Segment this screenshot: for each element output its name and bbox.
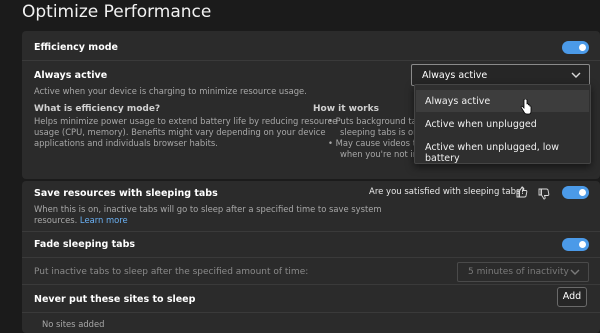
dropdown-option-unplugged-low-battery[interactable]: Active when unplugged, low battery — [416, 136, 589, 164]
option-label: Always active — [425, 96, 491, 107]
never-sleep-label: Never put these sites to sleep — [34, 294, 196, 305]
divider — [22, 257, 600, 258]
toggle-knob — [579, 44, 586, 51]
sleeping-tabs-toggle[interactable] — [562, 186, 589, 199]
hand-cursor-icon — [520, 98, 532, 119]
description-text: resources. — [34, 215, 78, 225]
divider — [22, 231, 600, 232]
what-is-line: applications and individuals browser hab… — [34, 138, 218, 148]
thumbs-down-icon[interactable] — [538, 185, 550, 204]
always-active-label: Always active — [34, 70, 108, 81]
inactive-timeout-label: Put inactive tabs to sleep after the spe… — [34, 267, 309, 277]
feedback-question: Are you satisfied with sleeping tabs? — [369, 187, 525, 197]
fade-sleeping-tabs-toggle[interactable] — [562, 238, 589, 251]
what-is-line: Helps minimize power usage to extend bat… — [34, 116, 338, 126]
toggle-knob — [579, 189, 586, 196]
inactive-timeout-select[interactable]: 5 minutes of inactivity — [457, 262, 589, 282]
efficiency-mode-toggle[interactable] — [562, 41, 589, 54]
learn-more-link[interactable]: Learn more — [80, 215, 128, 225]
option-label: Active when unplugged, low battery — [425, 142, 560, 164]
fade-sleeping-tabs-label: Fade sleeping tabs — [34, 239, 136, 250]
what-is-heading: What is efficiency mode? — [34, 104, 161, 114]
thumbs-up-icon[interactable] — [516, 183, 528, 202]
inactive-timeout-value: 5 minutes of inactivity — [468, 267, 569, 277]
option-label: Active when unplugged — [425, 119, 537, 130]
how-it-works-text: sleeping tabs is on — [340, 127, 419, 137]
chevron-down-icon — [570, 265, 580, 282]
how-it-works-heading: How it works — [313, 104, 379, 114]
how-it-works-text: when you're not int — [340, 149, 422, 159]
how-it-works-text: May cause videos t — [335, 138, 416, 148]
chevron-down-icon — [571, 68, 581, 85]
efficiency-dropdown-menu: Always active Active when unplugged Acti… — [414, 84, 591, 164]
efficiency-mode-label: Efficiency mode — [34, 42, 118, 53]
efficiency-select-value: Always active — [422, 70, 488, 81]
toggle-knob — [579, 241, 586, 248]
sleeping-tabs-label: Save resources with sleeping tabs — [34, 188, 218, 199]
sleeping-tabs-description-line2: resources. Learn more — [34, 215, 128, 226]
dropdown-option-active-when-unplugged[interactable]: Active when unplugged — [416, 113, 589, 135]
what-is-line: usage (CPU, memory). Benefits might vary… — [34, 127, 326, 137]
divider — [22, 284, 600, 285]
dropdown-option-always-active[interactable]: Always active — [416, 90, 589, 112]
page-title: Optimize Performance — [22, 2, 212, 22]
sleeping-tabs-description: When this is on, inactive tabs will go t… — [34, 204, 382, 214]
no-sites-text: No sites added — [42, 319, 105, 329]
divider — [22, 60, 600, 61]
how-it-works-text: Puts background ta — [335, 116, 417, 126]
always-active-description: Active when your device is charging to m… — [34, 86, 307, 96]
how-it-works-bullet: • Puts background ta — [328, 116, 417, 126]
how-it-works-bullet: • May cause videos t — [328, 138, 416, 148]
divider — [22, 312, 600, 313]
efficiency-select[interactable]: Always active — [411, 64, 590, 86]
add-site-button[interactable]: Add — [557, 287, 587, 307]
